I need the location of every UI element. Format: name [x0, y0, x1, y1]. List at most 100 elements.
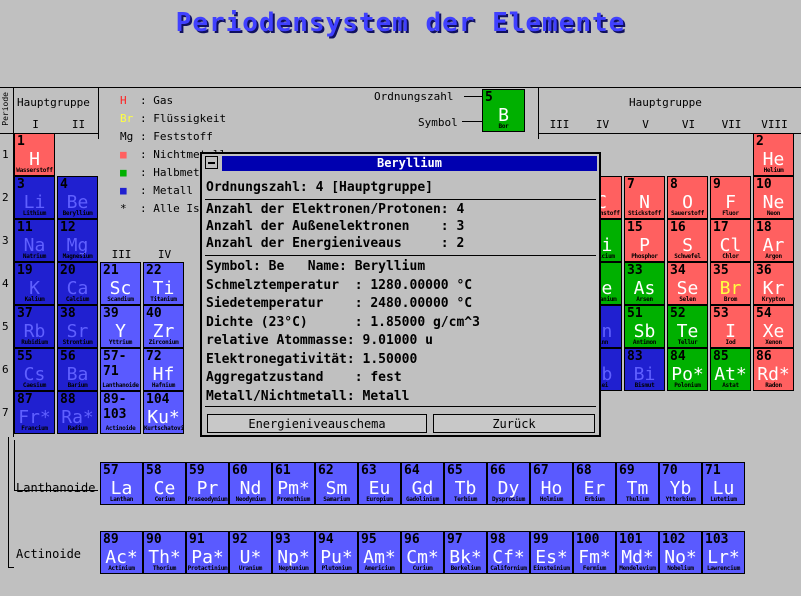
element-cell[interactable]: 95 Am* Americium [358, 531, 401, 574]
element-cell[interactable]: 69 Tm Thulium [616, 462, 659, 505]
element-cell[interactable]: 91 Pa* Protactinium [186, 531, 229, 574]
element-cell[interactable]: 58 Ce Cerium [143, 462, 186, 505]
atomic-number: 19 [17, 263, 33, 278]
element-cell[interactable]: 38 Sr Strontium [57, 305, 98, 348]
element-name: Antimon [632, 339, 657, 346]
element-name: Protactinium [187, 565, 228, 572]
element-cell[interactable]: 85 At* Astat [710, 348, 751, 391]
element-cell[interactable]: 56 Ba Barium [57, 348, 98, 391]
element-cell[interactable]: 62 Sm Samarium [315, 462, 358, 505]
atomic-number: 71 [705, 463, 721, 478]
element-cell[interactable]: 54 Xe Xenon [753, 305, 794, 348]
element-cell[interactable]: 104Ku*Kurtschatovium [143, 391, 184, 434]
connector-line [8, 567, 14, 568]
element-cell[interactable]: 57-71 Lanthanoide [100, 348, 141, 391]
atomic-number: 59 [189, 463, 205, 478]
element-cell[interactable]: 92 U* Uranium [229, 531, 272, 574]
element-cell[interactable]: 63 Eu Europium [358, 462, 401, 505]
element-name: Calcium [65, 296, 90, 303]
element-cell[interactable]: 71 Lu Lutetium [702, 462, 745, 505]
element-cell[interactable]: 86 Rd* Radon [753, 348, 794, 391]
energy-level-button[interactable]: Energieniveauschema [207, 414, 427, 433]
element-cell[interactable]: 10 Ne Neon [753, 176, 794, 219]
connector-line [8, 437, 9, 567]
element-name: Erbium [584, 496, 605, 503]
element-cell[interactable]: 97 Bk* Berkelium [444, 531, 487, 574]
group-label: III [111, 248, 132, 261]
element-cell[interactable]: 89-103 Actinoide [100, 391, 141, 434]
element-cell[interactable]: 7 N Stickstoff [624, 176, 665, 219]
element-cell[interactable]: 33 As Arsen [624, 262, 665, 305]
element-cell[interactable]: 66 Dy Dysprosium [487, 462, 530, 505]
element-cell[interactable]: 11 Na Natrium [14, 219, 55, 262]
element-cell[interactable]: 70 Yb Ytterbium [659, 462, 702, 505]
element-cell[interactable]: 40 Zr Zirconium [143, 305, 184, 348]
element-cell[interactable]: 88 Ra* Radium [57, 391, 98, 434]
element-cell[interactable]: 68 Er Erbium [573, 462, 616, 505]
element-cell[interactable]: 103 Lr* Lawrencium [702, 531, 745, 574]
element-name: Hafnium [151, 382, 176, 389]
atomic-number: 64 [404, 463, 420, 478]
atomic-number: 91 [189, 532, 205, 547]
element-cell[interactable]: 18 Ar Argon [753, 219, 794, 262]
element-cell[interactable]: 17 Cl Chlor [710, 219, 751, 262]
lanthanoide-label: Lanthanoide [16, 481, 96, 495]
element-cell[interactable]: 34 Se Selen [667, 262, 708, 305]
element-cell[interactable]: 35 Br Brom [710, 262, 751, 305]
element-cell[interactable]: 64 Gd Gadolinium [401, 462, 444, 505]
element-cell[interactable]: 102 No* Nobelium [659, 531, 702, 574]
element-cell[interactable]: 89 Ac* Actinium [100, 531, 143, 574]
element-cell[interactable]: 22 Ti Titanium [143, 262, 184, 305]
element-cell[interactable]: 52 Te Tellur [667, 305, 708, 348]
atomic-number: 94 [318, 532, 334, 547]
element-cell[interactable]: 36 Kr Krypton [753, 262, 794, 305]
element-cell[interactable]: 20 Ca Calcium [57, 262, 98, 305]
element-cell[interactable]: 100 Fm* Fermium [573, 531, 616, 574]
element-cell[interactable]: 72 Hf Hafnium [143, 348, 184, 391]
element-cell[interactable]: 2 He Helium [753, 133, 794, 176]
element-cell[interactable]: 90 Th* Thorium [143, 531, 186, 574]
element-name: Francium [21, 425, 48, 432]
element-cell[interactable]: 55 Cs Caesium [14, 348, 55, 391]
dialog-line: Siedetemperatur : 2480.00000 °C [206, 296, 473, 311]
actinoide-label: Actinoide [16, 547, 82, 561]
element-cell[interactable]: 3 Li Lithium [14, 176, 55, 219]
element-cell[interactable]: 19 K Kalium [14, 262, 55, 305]
element-cell[interactable]: 4 Be Beryllium [57, 176, 98, 219]
element-cell[interactable]: 57 La Lanthan [100, 462, 143, 505]
element-cell[interactable]: 60 Nd Neodymium [229, 462, 272, 505]
element-cell[interactable]: 15 P Phosphor [624, 219, 665, 262]
element-cell[interactable]: 84 Po* Polonium [667, 348, 708, 391]
element-cell[interactable]: 12 Mg Magnesium [57, 219, 98, 262]
element-cell[interactable]: 94 Pu* Plutonium [315, 531, 358, 574]
dialog-close-icon[interactable] [205, 156, 218, 169]
element-cell[interactable]: 96 Cm* Curium [401, 531, 444, 574]
element-cell[interactable]: 8 O Sauerstoff [667, 176, 708, 219]
element-cell[interactable]: 39 Y Yttrium [100, 305, 141, 348]
element-name: Ytterbium [665, 496, 696, 503]
element-cell[interactable]: 65 Tb Terbium [444, 462, 487, 505]
element-cell[interactable]: 9 F Fluor [710, 176, 751, 219]
element-cell[interactable]: 51 Sb Antimon [624, 305, 665, 348]
back-button[interactable]: Zurück [433, 414, 595, 433]
element-cell[interactable]: 93 Np* Neptunium [272, 531, 315, 574]
element-cell[interactable]: 67 Ho Holmium [530, 462, 573, 505]
element-cell[interactable]: 61 Pm* Promethium [272, 462, 315, 505]
element-cell[interactable]: 37 Rb Rubidium [14, 305, 55, 348]
element-cell[interactable]: 83 Bi Bismut [624, 348, 665, 391]
element-name: Phosphor [631, 253, 658, 260]
element-cell[interactable]: 87 Fr* Francium [14, 391, 55, 434]
atomic-number: 11 [17, 220, 33, 235]
element-cell[interactable]: 59 Pr Praseodymium [186, 462, 229, 505]
element-cell[interactable]: 98 Cf* Californium [487, 531, 530, 574]
element-name: Nobelium [667, 565, 694, 572]
element-cell[interactable]: 101 Md* Mendelevium [616, 531, 659, 574]
element-cell[interactable]: 99 Es* Einsteinium [530, 531, 573, 574]
element-cell[interactable]: 21 Sc Scandium [100, 262, 141, 305]
atomic-number: 15 [627, 220, 643, 235]
element-cell[interactable]: 53 I Iod [710, 305, 751, 348]
element-cell[interactable]: 1 H Wasserstoff [14, 133, 55, 176]
element-cell[interactable]: 16 S Schwefel [667, 219, 708, 262]
atomic-number: 63 [361, 463, 377, 478]
legend-example-cell: 5 B Bor [482, 89, 525, 132]
